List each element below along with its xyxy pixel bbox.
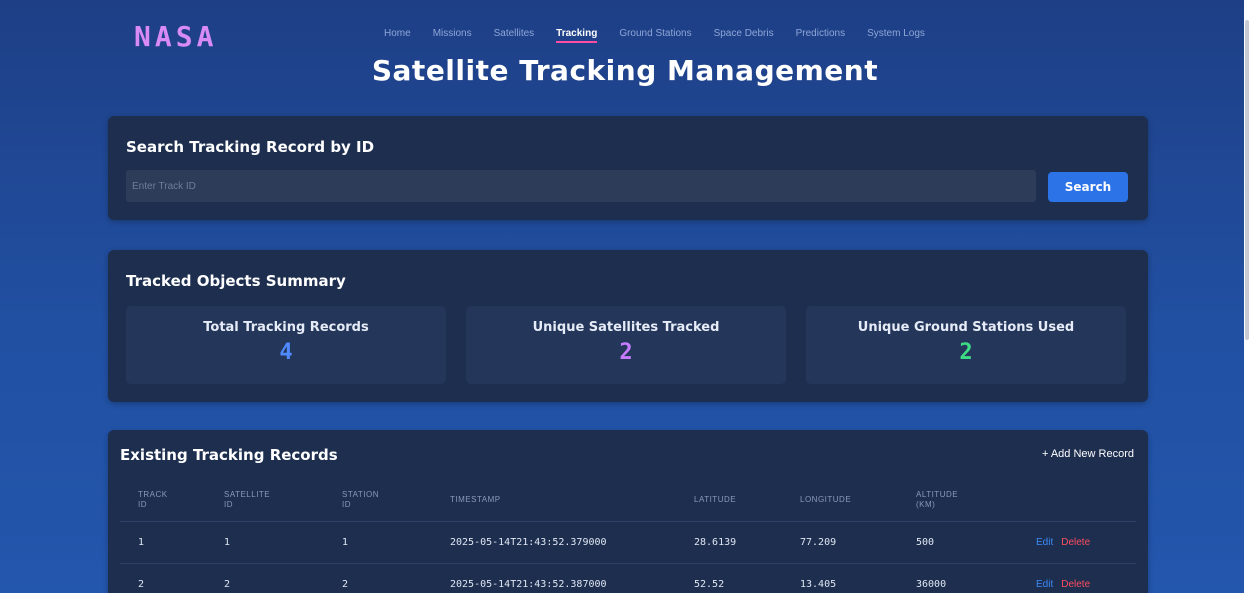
nav-home[interactable]: Home xyxy=(384,28,411,43)
col-longitude[interactable]: LONGITUDE xyxy=(800,478,910,521)
stat-unique-ground-stations: Unique Ground Stations Used 2 xyxy=(806,306,1126,384)
page: NASA Home Missions Satellites Tracking G… xyxy=(0,0,1250,593)
satellite-id-cell: 2 xyxy=(224,579,231,590)
col-timestamp[interactable]: TIMESTAMP xyxy=(450,478,690,521)
stat-value: 2 xyxy=(959,340,973,365)
main-nav: Home Missions Satellites Tracking Ground… xyxy=(384,28,947,43)
stat-label: Total Tracking Records xyxy=(203,320,369,335)
latitude-cell: 52.52 xyxy=(694,579,725,590)
summary-card-title: Tracked Objects Summary xyxy=(126,272,346,290)
search-button[interactable]: Search xyxy=(1048,172,1128,202)
nav-missions[interactable]: Missions xyxy=(433,28,472,43)
stat-value: 2 xyxy=(619,340,633,365)
window-scrollbar[interactable] xyxy=(1244,0,1250,593)
delete-button[interactable]: Delete xyxy=(1061,579,1090,590)
records-card: Existing Tracking Records + Add New Reco… xyxy=(108,430,1148,593)
timestamp-cell: 2025-05-14T21:43:52.387000 xyxy=(450,579,607,590)
longitude-cell: 13.405 xyxy=(800,579,837,590)
col-satellite-id[interactable]: SATELLITE ID xyxy=(224,478,334,521)
add-new-record-button[interactable]: + Add New Record xyxy=(1042,448,1134,460)
longitude-cell: 77.209 xyxy=(800,537,837,548)
stat-value: 4 xyxy=(279,340,293,365)
nav-system-logs[interactable]: System Logs xyxy=(867,28,925,43)
nav-space-debris[interactable]: Space Debris xyxy=(714,28,774,43)
stat-total-records: Total Tracking Records 4 xyxy=(126,306,446,384)
altitude-cell: 500 xyxy=(916,537,935,548)
search-card-title: Search Tracking Record by ID xyxy=(126,138,375,156)
nav-satellites[interactable]: Satellites xyxy=(494,28,535,43)
scrollbar-thumb[interactable] xyxy=(1245,20,1249,340)
records-card-title: Existing Tracking Records xyxy=(120,446,338,464)
search-card: Search Tracking Record by ID Search xyxy=(108,116,1148,220)
nav-ground-stations[interactable]: Ground Stations xyxy=(619,28,691,43)
table-header-row: TRACK ID SATELLITE ID STATION ID TIMESTA… xyxy=(120,478,1136,522)
nav-tracking[interactable]: Tracking xyxy=(556,28,598,43)
col-altitude[interactable]: ALTITUDE (KM) xyxy=(916,478,1026,521)
nav-predictions[interactable]: Predictions xyxy=(796,28,845,43)
latitude-cell: 28.6139 xyxy=(694,537,737,548)
stat-label: Unique Ground Stations Used xyxy=(857,320,1075,335)
row-actions: Edit Delete xyxy=(1036,564,1136,593)
edit-button[interactable]: Edit xyxy=(1036,579,1053,590)
row-actions: Edit Delete xyxy=(1036,522,1136,563)
track-id-cell: 2 xyxy=(138,579,145,590)
altitude-cell: 36000 xyxy=(916,579,947,590)
table-row: 1 1 1 2025-05-14T21:43:52.379000 28.6139… xyxy=(120,522,1136,564)
col-track-id[interactable]: TRACK ID xyxy=(138,478,218,521)
col-station-id[interactable]: STATION ID xyxy=(342,478,442,521)
nasa-logo[interactable]: NASA xyxy=(134,20,217,53)
tracking-records-table: TRACK ID SATELLITE ID STATION ID TIMESTA… xyxy=(120,478,1136,593)
summary-card: Tracked Objects Summary Total Tracking R… xyxy=(108,250,1148,402)
timestamp-cell: 2025-05-14T21:43:52.379000 xyxy=(450,537,607,548)
track-id-cell: 1 xyxy=(138,537,145,548)
stat-label: Unique Satellites Tracked xyxy=(532,320,720,335)
table-row: 2 2 2 2025-05-14T21:43:52.387000 52.52 1… xyxy=(120,564,1136,593)
delete-button[interactable]: Delete xyxy=(1061,537,1090,548)
edit-button[interactable]: Edit xyxy=(1036,537,1053,548)
col-latitude[interactable]: LATITUDE xyxy=(694,478,794,521)
page-title: Satellite Tracking Management xyxy=(371,54,879,87)
satellite-id-cell: 1 xyxy=(224,537,231,548)
stat-unique-satellites: Unique Satellites Tracked 2 xyxy=(466,306,786,384)
station-id-cell: 1 xyxy=(342,537,349,548)
station-id-cell: 2 xyxy=(342,579,349,590)
track-id-search-input[interactable] xyxy=(126,170,1036,202)
